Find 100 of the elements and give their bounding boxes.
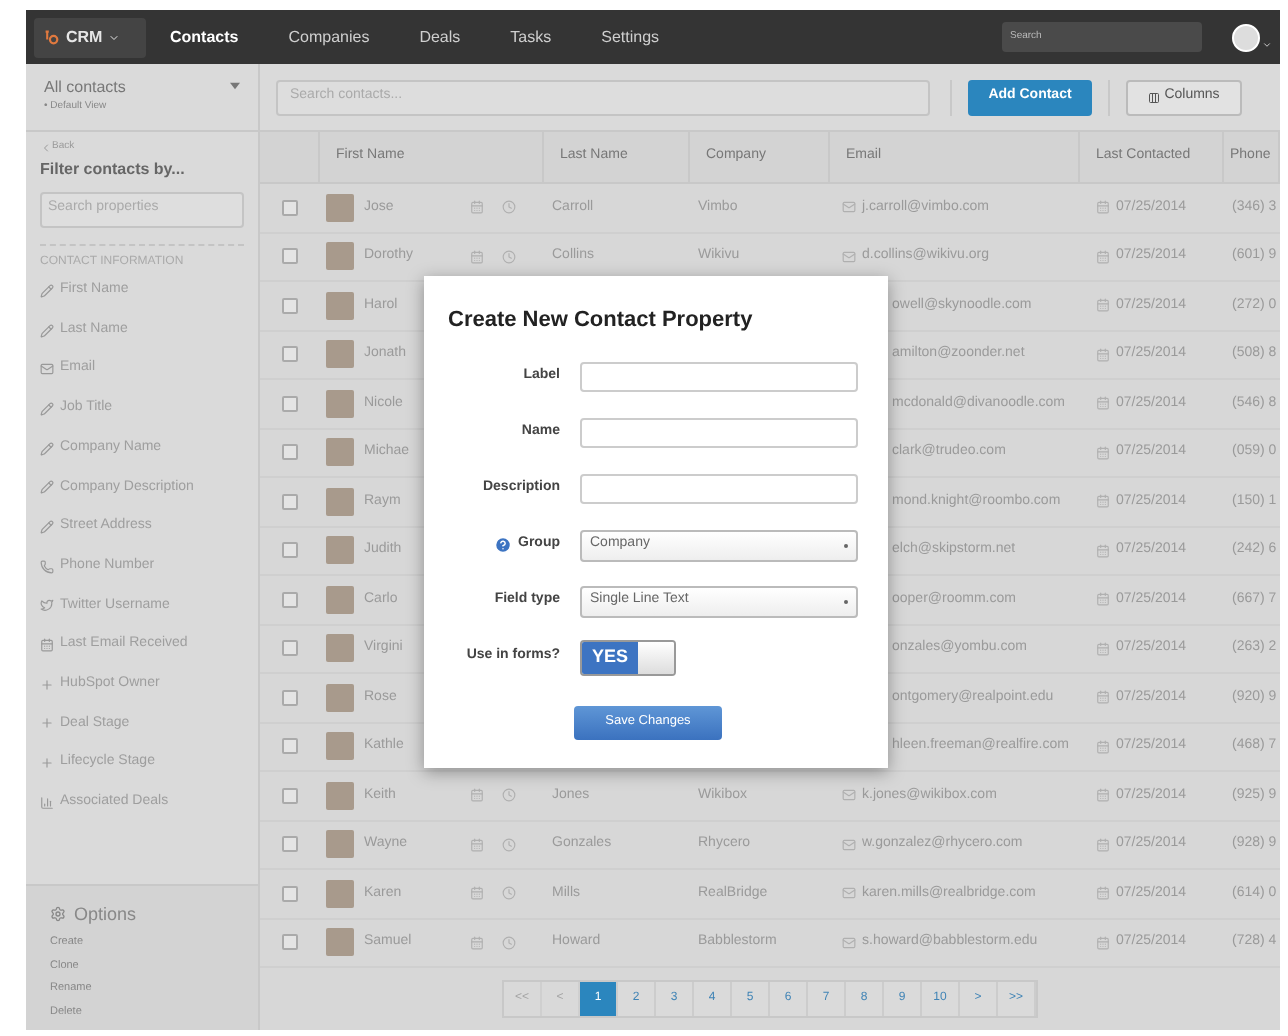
nav-tab[interactable]: Deals — [419, 25, 461, 49]
text-input-field[interactable] — [580, 362, 858, 392]
caret-icon[interactable] — [1262, 40, 1272, 50]
row-checkbox[interactable] — [282, 640, 298, 657]
calendar-icon — [1096, 347, 1110, 362]
chevron-left-icon — [40, 141, 52, 154]
bar-chart-icon — [40, 795, 54, 810]
phone-icon — [40, 559, 54, 574]
row-checkbox[interactable] — [282, 493, 298, 510]
filter-title: Filter contacts by... — [40, 157, 187, 181]
calendar-icon — [1096, 886, 1110, 901]
text-input-field[interactable] — [580, 418, 858, 448]
calendar-icon — [1096, 739, 1110, 754]
avatar-placeholder — [326, 536, 354, 565]
calendar-icon — [1096, 249, 1110, 264]
calendar-icon — [1096, 396, 1110, 411]
row-checkbox[interactable] — [282, 248, 298, 265]
columns-icon — [1148, 91, 1161, 103]
clock-icon[interactable] — [502, 886, 516, 901]
calendar-icon — [1096, 788, 1110, 803]
row-checkbox[interactable] — [282, 199, 298, 216]
pencil-icon — [40, 283, 54, 298]
clock-icon[interactable] — [502, 935, 516, 950]
row-checkbox[interactable] — [282, 738, 298, 755]
avatar-placeholder — [326, 193, 354, 222]
settings-icon — [50, 906, 66, 923]
calendar-icon[interactable] — [470, 886, 484, 901]
dialog-title: Create New Contact Property — [448, 306, 755, 336]
avatar-placeholder — [326, 634, 354, 663]
envelope-icon — [842, 200, 856, 215]
row-checkbox[interactable] — [282, 689, 298, 706]
calendar-icon — [1096, 837, 1110, 852]
pencil-icon — [40, 480, 54, 495]
text-input-field[interactable] — [580, 474, 858, 504]
nav-tab[interactable]: Companies — [288, 25, 370, 49]
row-checkbox[interactable] — [282, 787, 298, 804]
calendar-icon[interactable] — [470, 788, 484, 803]
row-checkbox[interactable] — [282, 591, 298, 608]
plus-icon — [40, 677, 54, 692]
nav-tab[interactable]: Contacts — [170, 25, 239, 49]
avatar-placeholder — [326, 928, 354, 957]
avatar-placeholder — [326, 879, 354, 908]
bird-icon — [40, 598, 54, 613]
row-checkbox[interactable] — [282, 836, 298, 853]
calendar-icon — [1096, 200, 1110, 215]
avatar-placeholder — [326, 389, 354, 418]
row-checkbox[interactable] — [282, 395, 298, 412]
avatar-placeholder — [326, 438, 354, 467]
row-checkbox[interactable] — [282, 542, 298, 559]
plus-icon — [40, 716, 54, 731]
avatar-placeholder — [326, 487, 354, 516]
envelope-icon — [842, 788, 856, 803]
pencil-icon — [40, 441, 54, 456]
row-checkbox[interactable] — [282, 885, 298, 902]
pencil-icon — [40, 323, 54, 338]
envelope-icon — [842, 886, 856, 901]
envelope-icon — [40, 362, 54, 377]
envelope-icon — [842, 837, 856, 852]
avatar-placeholder — [326, 683, 354, 712]
avatar-placeholder — [326, 291, 354, 320]
dropdown-caret-icon[interactable] — [230, 82, 240, 90]
row-checkbox[interactable] — [282, 444, 298, 461]
calendar-icon — [1096, 592, 1110, 607]
user-avatar[interactable] — [1232, 23, 1260, 51]
calendar-icon — [1096, 935, 1110, 950]
calendar-icon[interactable] — [470, 200, 484, 215]
calendar-icon — [1096, 543, 1110, 558]
pencil-icon — [40, 519, 54, 534]
calendar-icon — [40, 638, 54, 653]
calendar-icon — [1096, 494, 1110, 509]
calendar-icon[interactable] — [470, 935, 484, 950]
caret-icon — [108, 31, 121, 43]
help-icon[interactable] — [494, 536, 512, 554]
avatar-placeholder — [326, 242, 354, 271]
avatar-placeholder — [326, 340, 354, 369]
avatar-placeholder — [326, 781, 354, 810]
row-checkbox[interactable] — [282, 297, 298, 314]
envelope-icon — [842, 249, 856, 264]
yes-no-toggle[interactable]: YES — [580, 639, 676, 675]
nav-tab[interactable]: Tasks — [510, 25, 552, 49]
clock-icon[interactable] — [502, 837, 516, 852]
pencil-icon — [40, 401, 54, 416]
nav-tab[interactable]: Settings — [601, 25, 660, 49]
calendar-icon — [1096, 690, 1110, 705]
avatar-placeholder — [326, 585, 354, 614]
avatar-placeholder — [326, 732, 354, 761]
options-title: Options — [74, 901, 137, 928]
view-title[interactable]: All contacts — [44, 76, 230, 100]
calendar-icon[interactable] — [470, 249, 484, 264]
row-checkbox[interactable] — [282, 346, 298, 363]
plus-icon — [40, 756, 54, 771]
row-checkbox[interactable] — [282, 934, 298, 951]
clock-icon[interactable] — [502, 788, 516, 803]
calendar-icon — [1096, 445, 1110, 460]
envelope-icon — [842, 935, 856, 950]
clock-icon[interactable] — [502, 249, 516, 264]
clock-icon[interactable] — [502, 200, 516, 215]
crm-menu-button[interactable]: CRM — [34, 17, 146, 57]
calendar-icon — [1096, 641, 1110, 656]
calendar-icon[interactable] — [470, 837, 484, 852]
